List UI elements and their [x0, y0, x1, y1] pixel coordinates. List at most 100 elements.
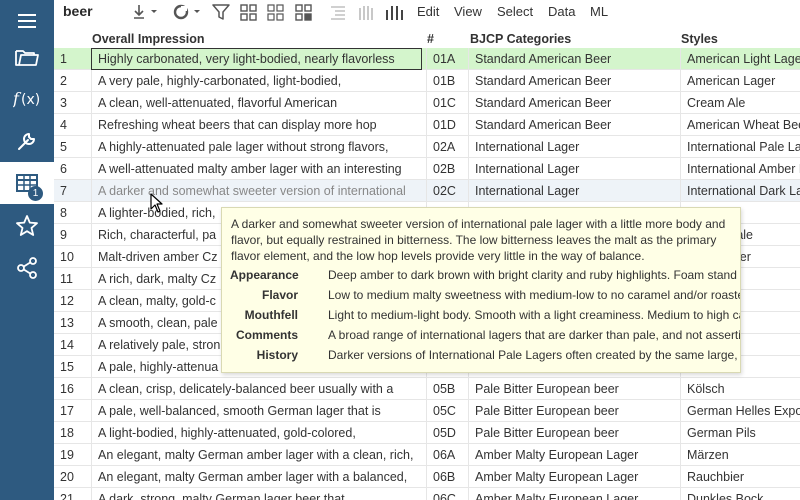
menu-edit[interactable]: Edit: [417, 4, 439, 19]
cell-number[interactable]: 01C: [426, 92, 468, 114]
cell-style[interactable]: International Amber Lager: [680, 158, 800, 180]
cell-overall-impression[interactable]: Refreshing wheat beers that can display …: [91, 114, 422, 136]
cell-overall-impression[interactable]: A clean, crisp, delicately-balanced beer…: [91, 378, 422, 400]
cell-category[interactable]: Pale Bitter European beer: [468, 422, 680, 444]
menu-icon: [18, 14, 36, 28]
cell-style[interactable]: American Lager: [680, 70, 800, 92]
cell-style[interactable]: Kölsch: [680, 378, 800, 400]
cell-style[interactable]: German Pils: [680, 422, 800, 444]
menu-data[interactable]: Data: [548, 4, 575, 19]
grid-view-alt-button[interactable]: [267, 2, 285, 22]
cell-number[interactable]: 01A: [426, 48, 468, 70]
table-row[interactable]: 5 A highly-attenuated pale lager without …: [54, 136, 800, 158]
sidebar-item-tables[interactable]: 1: [0, 162, 54, 204]
cell-number[interactable]: 05D: [426, 422, 468, 444]
cell-number[interactable]: 06B: [426, 466, 468, 488]
cell-category[interactable]: Standard American Beer: [468, 70, 680, 92]
tooltip-key-history: History: [256, 348, 298, 362]
cell-number[interactable]: 01B: [426, 70, 468, 92]
table-row[interactable]: 19 An elegant, malty German amber lager w…: [54, 444, 800, 466]
cell-category[interactable]: Pale Bitter European beer: [468, 378, 680, 400]
cell-category[interactable]: International Lager: [468, 180, 680, 202]
cell-overall-impression[interactable]: A pale, well-balanced, smooth German lag…: [91, 400, 422, 422]
cell-number[interactable]: 05B: [426, 378, 468, 400]
cell-style[interactable]: International Dark Lager: [680, 180, 800, 202]
sidebar-item-functions[interactable]: f (x): [0, 78, 54, 120]
cell-category[interactable]: Amber Malty European Lager: [468, 444, 680, 466]
table-row[interactable]: 3 A clean, well-attenuated, flavorful Ame…: [54, 92, 800, 114]
cell-category[interactable]: Standard American Beer: [468, 114, 680, 136]
row-number: 19: [60, 448, 74, 462]
grid-view-button[interactable]: [240, 2, 258, 22]
cell-category[interactable]: Pale Bitter European beer: [468, 400, 680, 422]
cell-number[interactable]: 02A: [426, 136, 468, 158]
cell-style[interactable]: Märzen: [680, 444, 800, 466]
menu-select[interactable]: Select: [497, 4, 533, 19]
cell-style[interactable]: Rauchbier: [680, 466, 800, 488]
sidebar-item-favorites[interactable]: [0, 205, 54, 247]
cell-category[interactable]: Standard American Beer: [468, 92, 680, 114]
cell-overall-impression[interactable]: A well-attenuated malty amber lager with…: [91, 158, 422, 180]
tooltip-key-comments: Comments: [235, 328, 298, 342]
table-title: beer: [63, 3, 93, 19]
tables-count-badge: 1: [28, 186, 43, 201]
sidebar-item-tools[interactable]: [0, 120, 54, 162]
row-number: 1: [60, 52, 67, 66]
cell-style[interactable]: International Pale Lager: [680, 136, 800, 158]
cell-category[interactable]: Amber Malty European Lager: [468, 488, 680, 500]
cell-category[interactable]: International Lager: [468, 136, 680, 158]
menu-view[interactable]: View: [454, 4, 482, 19]
menu-ml[interactable]: ML: [590, 4, 608, 19]
table-row[interactable]: 6 A well-attenuated malty amber lager wit…: [54, 158, 800, 180]
cell-number[interactable]: 01D: [426, 114, 468, 136]
row-number: 17: [60, 404, 74, 418]
download-button[interactable]: [132, 2, 160, 22]
cell-overall-impression[interactable]: An elegant, malty German amber lager wit…: [91, 444, 422, 466]
row-number: 14: [60, 338, 74, 352]
cell-style[interactable]: German Helles Exportbier: [680, 400, 800, 422]
cell-category[interactable]: Standard American Beer: [468, 48, 680, 70]
table-row[interactable]: 21 A dark, strong, malty German lager bee…: [54, 488, 800, 500]
cell-overall-impression[interactable]: A light-bodied, highly-attenuated, gold-…: [91, 422, 422, 444]
filter-button[interactable]: [212, 2, 230, 22]
list-indent-button[interactable]: [330, 2, 346, 22]
grid-view-split-button[interactable]: [295, 2, 313, 22]
table-row[interactable]: 4 Refreshing wheat beers that can display…: [54, 114, 800, 136]
cell-style[interactable]: American Light Lager: [680, 48, 800, 70]
table-row[interactable]: 7 A darker and somewhat sweeter version o…: [54, 180, 800, 202]
cell-style[interactable]: Cream Ale: [680, 92, 800, 114]
tooltip-value-flavor: Low to medium malty sweetness with mediu…: [328, 288, 740, 302]
table-row[interactable]: 18 A light-bodied, highly-attenuated, gol…: [54, 422, 800, 444]
table-row[interactable]: 1 Highly carbonated, very light-bodied, n…: [54, 48, 800, 70]
cell-overall-impression[interactable]: A clean, well-attenuated, flavorful Amer…: [91, 92, 422, 114]
row-number: 10: [60, 250, 74, 264]
cell-number[interactable]: 05C: [426, 400, 468, 422]
table-row[interactable]: 16 A clean, crisp, delicately-balanced be…: [54, 378, 800, 400]
table-row[interactable]: 20 An elegant, malty German amber lager w…: [54, 466, 800, 488]
row-number: 5: [60, 140, 67, 154]
cell-number[interactable]: 06C: [426, 488, 468, 500]
columns-light-button[interactable]: [358, 2, 374, 22]
cell-number[interactable]: 06A: [426, 444, 468, 466]
table-row[interactable]: 17 A pale, well-balanced, smooth German l…: [54, 400, 800, 422]
cell-category[interactable]: International Lager: [468, 158, 680, 180]
cell-overall-impression[interactable]: A darker and somewhat sweeter version of…: [91, 180, 422, 202]
cell-overall-impression[interactable]: Highly carbonated, very light-bodied, ne…: [91, 48, 422, 70]
columns-button[interactable]: [385, 2, 403, 22]
cell-style[interactable]: American Wheat Beer: [680, 114, 800, 136]
sidebar-item-files[interactable]: [0, 36, 54, 78]
cell-style[interactable]: Dunkles Bock: [680, 488, 800, 500]
cell-overall-impression[interactable]: An elegant, malty German amber lager wit…: [91, 466, 422, 488]
sidebar-item-share[interactable]: [0, 247, 54, 289]
cell-number[interactable]: 02B: [426, 158, 468, 180]
cell-number[interactable]: 02C: [426, 180, 468, 202]
refresh-button[interactable]: [172, 2, 202, 22]
table-row[interactable]: 2 A very pale, highly-carbonated, light-b…: [54, 70, 800, 92]
cell-category[interactable]: Amber Malty European Lager: [468, 466, 680, 488]
cell-overall-impression[interactable]: A highly-attenuated pale lager without s…: [91, 136, 422, 158]
svg-text:(x): (x): [21, 92, 40, 108]
tooltip-value-appearance: Deep amber to dark brown with bright cla…: [328, 268, 740, 282]
cell-overall-impression[interactable]: A very pale, highly-carbonated, light-bo…: [91, 70, 422, 92]
cell-overall-impression[interactable]: A dark, strong, malty German lager beer …: [91, 488, 422, 500]
star-icon: [16, 215, 38, 236]
